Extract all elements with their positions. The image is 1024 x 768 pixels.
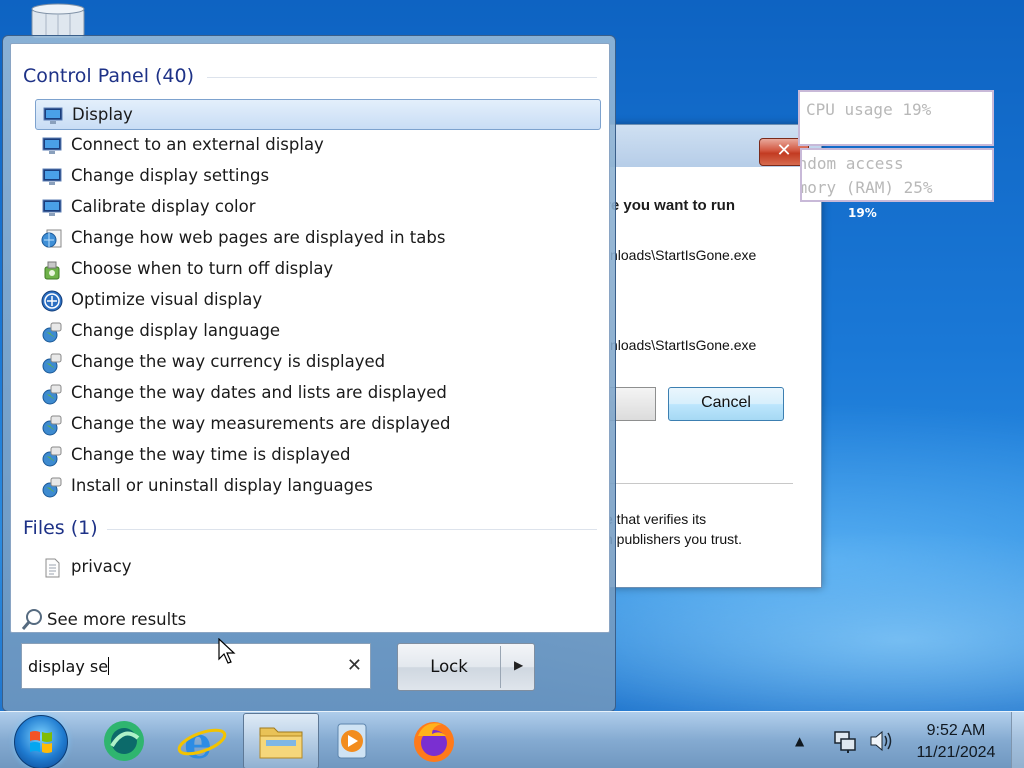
result-calibrate-display-color[interactable]: Calibrate display color [35, 192, 601, 223]
dialog-body: re you want to run ynloads\StartIsGone.e… [593, 167, 821, 587]
power-options-icon [44, 261, 60, 280]
monitor-icon [43, 107, 63, 124]
dialog-question: re you want to run [605, 197, 736, 214]
volume-icon[interactable] [868, 728, 894, 754]
windows-explorer-taskbar-button[interactable] [243, 713, 319, 768]
region-globe-icon [42, 477, 62, 498]
system-clock[interactable]: 9:52 AM 11/21/2024 [900, 720, 1012, 764]
result-change-display-language[interactable]: Change display language [35, 316, 601, 347]
ease-of-access-icon [41, 290, 63, 312]
start-button[interactable] [14, 715, 68, 768]
text-caret [108, 657, 110, 675]
result-label: Change the way measurements are displaye… [71, 414, 451, 433]
region-globe-icon [42, 353, 62, 374]
lock-button-divider [500, 646, 501, 688]
result-label: Connect to an external display [71, 135, 324, 154]
taskbar: e ▲ 9:52 AM 11/21/2024 [0, 711, 1024, 768]
monitor-icon [42, 199, 62, 216]
search-results-pane: Control Panel (40) Display Connect to an… [10, 43, 610, 633]
internet-options-icon [41, 229, 62, 248]
windows-logo-icon [30, 731, 52, 753]
result-label: Optimize visual display [71, 290, 263, 309]
group-divider [207, 77, 597, 78]
clear-search-icon[interactable]: ✕ [347, 655, 362, 676]
result-label: Display [72, 105, 133, 124]
show-desktop-button[interactable] [1011, 712, 1024, 768]
clock-date: 11/21/2024 [916, 744, 996, 761]
internet-explorer-icon[interactable]: e [176, 716, 228, 768]
media-player-icon[interactable] [328, 716, 380, 766]
result-time-displayed[interactable]: Change the way time is displayed [35, 440, 601, 471]
clock-time: 9:52 AM [926, 722, 986, 739]
result-install-display-languages[interactable]: Install or uninstall display languages [35, 471, 601, 502]
result-label: privacy [71, 557, 132, 576]
result-label: Change how web pages are displayed in ta… [71, 228, 446, 247]
result-currency-displayed[interactable]: Change the way currency is displayed [35, 347, 601, 378]
monitor-icon [42, 168, 62, 185]
search-icon [21, 609, 42, 630]
svg-text:e: e [184, 718, 212, 766]
security-warning-dialog: ✕ re you want to run ynloads\StartIsGone… [592, 124, 822, 588]
taskbar-app-green-icon[interactable] [98, 716, 150, 766]
ram-usage-line1: andom access [802, 154, 904, 173]
result-label: Change display settings [71, 166, 270, 185]
group-header-files[interactable]: Files (1) [23, 517, 98, 539]
result-dates-lists-displayed[interactable]: Change the way dates and lists are displ… [35, 378, 601, 409]
result-label: Choose when to turn off display [71, 259, 334, 278]
result-label: Change the way time is displayed [71, 445, 351, 464]
result-file-privacy[interactable]: privacy [35, 552, 601, 583]
region-globe-icon [42, 322, 62, 343]
lock-button[interactable]: Lock ▶ [397, 643, 535, 691]
cancel-button[interactable]: Cancel [668, 387, 784, 421]
result-connect-external-display[interactable]: Connect to an external display [35, 130, 601, 161]
result-label: Change display language [71, 321, 281, 340]
dialog-titlebar: ✕ [593, 125, 821, 167]
result-label: Calibrate display color [71, 197, 256, 216]
start-menu: Control Panel (40) Display Connect to an… [2, 35, 616, 712]
shutdown-options-arrow-icon[interactable]: ▶ [514, 658, 523, 672]
folder-icon [259, 727, 303, 759]
mouse-cursor-icon [218, 638, 236, 664]
result-label: Install or uninstall display languages [71, 476, 373, 495]
cpu-usage-gadget[interactable]: CPU usage 19% [798, 90, 994, 146]
ram-usage-gadget[interactable]: andom access emory (RAM) 25% [800, 148, 994, 202]
dialog-footer-line1: e that verifies its [605, 511, 707, 527]
result-optimize-visual-display[interactable]: Optimize visual display [35, 285, 601, 316]
lock-button-label: Lock [430, 657, 468, 676]
result-display[interactable]: Display [35, 99, 601, 130]
search-input[interactable]: display se ✕ [21, 643, 371, 689]
show-hidden-icons-arrow[interactable]: ▲ [795, 734, 804, 748]
result-web-pages-tabs[interactable]: Change how web pages are displayed in ta… [35, 223, 601, 254]
firefox-icon[interactable] [408, 716, 460, 766]
group-divider [107, 529, 597, 530]
result-change-display-settings[interactable]: Change display settings [35, 161, 601, 192]
result-turn-off-display[interactable]: Choose when to turn off display [35, 254, 601, 285]
recycle-bin-icon[interactable] [28, 0, 88, 39]
text-file-icon [45, 558, 60, 578]
gadget-percent-label: 19% [848, 206, 877, 220]
ram-usage-line2: emory (RAM) 25% [800, 178, 933, 197]
network-icon[interactable] [832, 728, 858, 754]
region-globe-icon [42, 446, 62, 467]
close-icon: ✕ [776, 140, 792, 161]
result-measurements-displayed[interactable]: Change the way measurements are displaye… [35, 409, 601, 440]
result-label: Change the way dates and lists are displ… [71, 383, 447, 402]
dialog-path-from: ynloads\StartIsGone.exe [603, 337, 757, 353]
region-globe-icon [42, 415, 62, 436]
search-text: display se [28, 657, 110, 676]
result-label: Change the way currency is displayed [71, 352, 386, 371]
see-more-label: See more results [47, 610, 187, 629]
region-globe-icon [42, 384, 62, 405]
cpu-usage-text: CPU usage 19% [806, 100, 932, 119]
group-header-control-panel[interactable]: Control Panel (40) [23, 65, 194, 87]
monitor-icon [42, 137, 62, 154]
dialog-divider [593, 483, 793, 484]
dialog-footer-line2: n publishers you trust. [605, 531, 742, 547]
dialog-path-name: ynloads\StartIsGone.exe [603, 247, 757, 263]
